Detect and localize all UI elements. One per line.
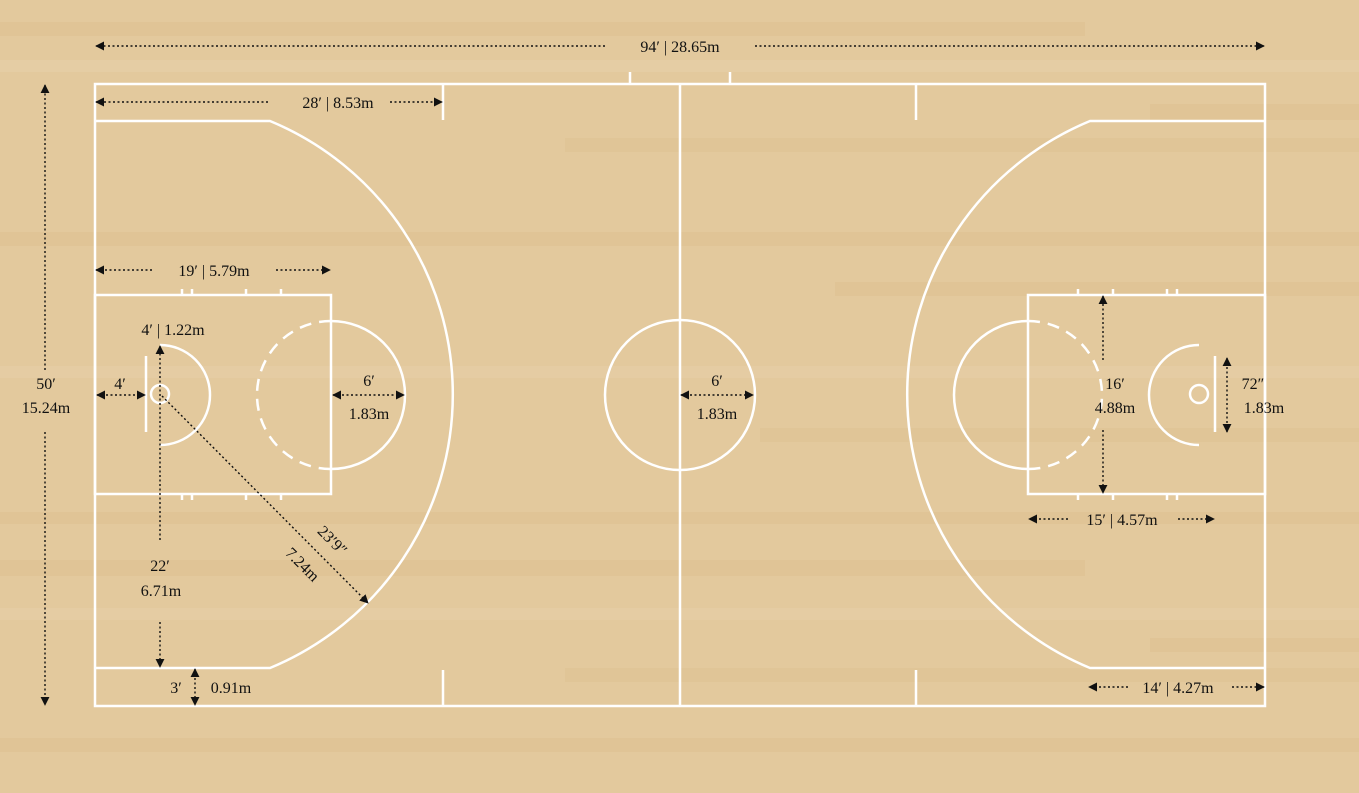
label-lane-width-m: 4.88m <box>1095 400 1136 417</box>
basketball-court-diagram: 94′ | 28.65m 50′ 15.24m 28′ | 8.53m 19′ … <box>0 0 1359 788</box>
label-backcourt: 28′ | 8.53m <box>302 95 374 112</box>
label-court-width-ft: 50′ <box>36 376 56 393</box>
label-corner-three-m: 6.71m <box>141 583 182 600</box>
label-basket-offset: 4′ <box>114 376 126 393</box>
label-lane-width-ft: 16′ <box>1105 376 1125 393</box>
label-corner-gap-m: 0.91m <box>211 680 252 697</box>
label-three-straight: 14′ | 4.27m <box>1142 680 1214 697</box>
label-ft-circle-ft: 6′ <box>363 373 375 390</box>
label-center-circle-ft: 6′ <box>711 373 723 390</box>
label-ft-distance: 15′ | 4.57m <box>1086 512 1158 529</box>
label-ft-circle-m: 1.83m <box>349 406 390 423</box>
label-backboard-m: 1.83m <box>1244 400 1285 417</box>
label-corner-gap-ft: 3′ <box>170 680 182 697</box>
label-court-width-m: 15.24m <box>22 400 71 417</box>
label-lane-length: 19′ | 5.79m <box>178 263 250 280</box>
label-court-length: 94′ | 28.65m <box>640 39 720 56</box>
label-corner-three-ft: 22′ <box>150 558 170 575</box>
label-center-circle-m: 1.83m <box>697 406 738 423</box>
label-backboard-offset: 4′ | 1.22m <box>141 322 205 339</box>
label-backboard-ft: 72″ <box>1242 376 1265 393</box>
